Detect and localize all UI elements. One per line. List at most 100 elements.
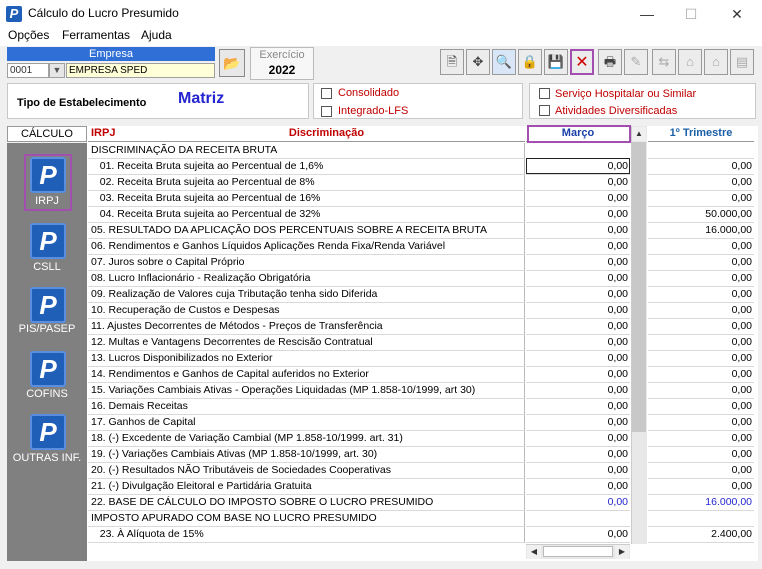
row-month-value[interactable]: 0,00: [526, 303, 630, 319]
row-quarter-value: 0,00: [648, 447, 754, 463]
row-month-value[interactable]: 0,00: [526, 527, 630, 543]
row-description: 07. Juros sobre o Capital Próprio: [88, 255, 525, 271]
csll-icon[interactable]: P: [30, 223, 66, 259]
row-month-value[interactable]: 0,00: [526, 207, 630, 223]
empresa-dropdown-button[interactable]: ▼: [49, 63, 65, 78]
grid-header-quarter: 1º Trimestre: [648, 126, 754, 142]
home-icon: ⌂: [712, 54, 720, 69]
row-quarter-value: [648, 143, 754, 159]
row-month-value[interactable]: 0,00: [526, 319, 630, 335]
diversificadas-checkbox[interactable]: [539, 105, 550, 116]
estabelecimento-label: Tipo de Estabelecimento: [17, 97, 147, 109]
row-month-value[interactable]: 0,00: [526, 479, 630, 495]
row-month-value[interactable]: 0,00: [526, 287, 630, 303]
empresa-name-field[interactable]: EMPRESA SPED: [66, 63, 215, 78]
save-button[interactable]: 💾: [544, 49, 568, 75]
upload-button[interactable]: ⌂: [704, 49, 728, 75]
sidebar-item-csll[interactable]: CSLL: [7, 261, 87, 273]
row-month-value[interactable]: 0,00: [526, 399, 630, 415]
printer-icon: 🖶: [603, 54, 617, 69]
row-month-value[interactable]: 0,00: [526, 383, 630, 399]
row-month-value[interactable]: 0,00: [526, 495, 630, 511]
row-month-value[interactable]: 0,00: [526, 223, 630, 239]
archive-icon: ▤: [735, 54, 749, 69]
scroll-up-icon[interactable]: ▲: [632, 127, 646, 141]
row-quarter-value: 2.400,00: [648, 527, 754, 543]
row-month-value[interactable]: 0,00: [526, 191, 630, 207]
maximize-button[interactable]: ☐: [668, 0, 714, 28]
row-description: 01. Receita Bruta sujeita ao Percentual …: [88, 159, 525, 175]
consolidado-checkbox[interactable]: [321, 88, 332, 99]
minimize-button[interactable]: —: [624, 0, 670, 28]
row-month-value: [526, 143, 630, 159]
app-logo-icon: P: [6, 6, 22, 22]
row-quarter-value: 0,00: [648, 383, 754, 399]
pis-pasep-icon[interactable]: P: [30, 287, 66, 323]
scroll-right-icon[interactable]: ▶: [615, 545, 629, 559]
integrado-checkbox[interactable]: [321, 106, 332, 117]
grid-header-tax: IRPJ: [88, 126, 128, 142]
row-month-value[interactable]: 0,00: [526, 431, 630, 447]
export-button[interactable]: ⇆: [652, 49, 676, 75]
row-description: 23. À Alíquota de 15%: [88, 527, 525, 543]
row-description: 14. Rendimentos e Ganhos de Capital aufe…: [88, 367, 525, 383]
row-quarter-value: 0,00: [648, 287, 754, 303]
compass-icon: ✥: [472, 54, 484, 69]
edit-button[interactable]: ✎: [624, 49, 648, 75]
sidebar-item-outras-inf[interactable]: OUTRAS INF.: [7, 452, 87, 464]
empresa-code-field[interactable]: 0001: [7, 63, 49, 78]
row-quarter-value: 0,00: [648, 239, 754, 255]
archive-button[interactable]: ▤: [730, 49, 754, 75]
row-description: 19. (-) Variações Cambiais Ativas (MP 1.…: [88, 447, 525, 463]
row-quarter-value: 50.000,00: [648, 207, 754, 223]
row-description: 04. Receita Bruta sujeita ao Percentual …: [88, 207, 525, 223]
menu-opcoes[interactable]: Opções: [8, 28, 49, 42]
row-month-value[interactable]: 0,00: [526, 255, 630, 271]
sidebar-item-irpj[interactable]: IRPJ: [7, 195, 87, 207]
integrado-label: Integrado-LFS: [338, 105, 409, 117]
report-button[interactable]: 🗎: [440, 49, 464, 75]
row-month-value[interactable]: 0,00: [526, 351, 630, 367]
hospitalar-checkbox[interactable]: [539, 88, 550, 99]
row-description: 06. Rendimentos e Ganhos Líquidos Aplica…: [88, 239, 525, 255]
lock-icon: 🔒: [521, 54, 539, 69]
navigate-button[interactable]: ✥: [466, 49, 490, 75]
menu-ajuda[interactable]: Ajuda: [141, 28, 172, 42]
row-description: 11. Ajustes Decorrentes de Métodos - Pre…: [88, 319, 525, 335]
cofins-icon[interactable]: P: [30, 351, 66, 387]
row-description: 16. Demais Receitas: [88, 399, 525, 415]
lock-button[interactable]: 🔒: [518, 49, 542, 75]
menu-ferramentas[interactable]: Ferramentas: [62, 28, 130, 42]
row-month-value[interactable]: 0,00: [526, 367, 630, 383]
irpj-icon[interactable]: P: [30, 157, 66, 193]
row-month-value[interactable]: 0,00: [526, 271, 630, 287]
row-month-value[interactable]: 0,00: [526, 463, 630, 479]
empresa-header: Empresa: [7, 47, 215, 61]
sidebar-item-pis-pasep[interactable]: PIS/PASEP: [7, 323, 87, 335]
close-button[interactable]: ✕: [714, 0, 760, 28]
row-quarter-value: 0,00: [648, 367, 754, 383]
home-up-icon: ⌂: [686, 54, 694, 69]
sidebar-item-cofins[interactable]: COFINS: [7, 388, 87, 400]
vertical-scroll-thumb[interactable]: [632, 142, 646, 432]
row-month-value[interactable]: 0,00: [526, 447, 630, 463]
row-description: 03. Receita Bruta sujeita ao Percentual …: [88, 191, 525, 207]
row-month-value[interactable]: 0,00: [526, 239, 630, 255]
open-folder-button[interactable]: 📂: [219, 49, 245, 77]
outras-inf-icon[interactable]: P: [30, 414, 66, 450]
row-quarter-value: 0,00: [648, 191, 754, 207]
search-button[interactable]: 🔍: [492, 49, 516, 75]
row-quarter-value: 0,00: [648, 159, 754, 175]
pen-icon: ✎: [630, 54, 642, 69]
horizontal-scroll-thumb[interactable]: [543, 546, 613, 557]
scroll-left-icon[interactable]: ◀: [527, 545, 541, 559]
delete-button[interactable]: ✕: [570, 49, 594, 75]
row-month-value[interactable]: 0,00: [526, 415, 630, 431]
row-month-value[interactable]: 0,00: [526, 335, 630, 351]
import-button[interactable]: ⌂: [678, 49, 702, 75]
print-button[interactable]: 🖶: [598, 49, 622, 75]
row-description: 12. Multas e Vantagens Decorrentes de Re…: [88, 335, 525, 351]
row-month-value[interactable]: 0,00: [526, 175, 630, 191]
row-description: 05. RESULTADO DA APLICAÇÃO DOS PERCENTUA…: [88, 223, 525, 239]
row-quarter-value: 0,00: [648, 335, 754, 351]
